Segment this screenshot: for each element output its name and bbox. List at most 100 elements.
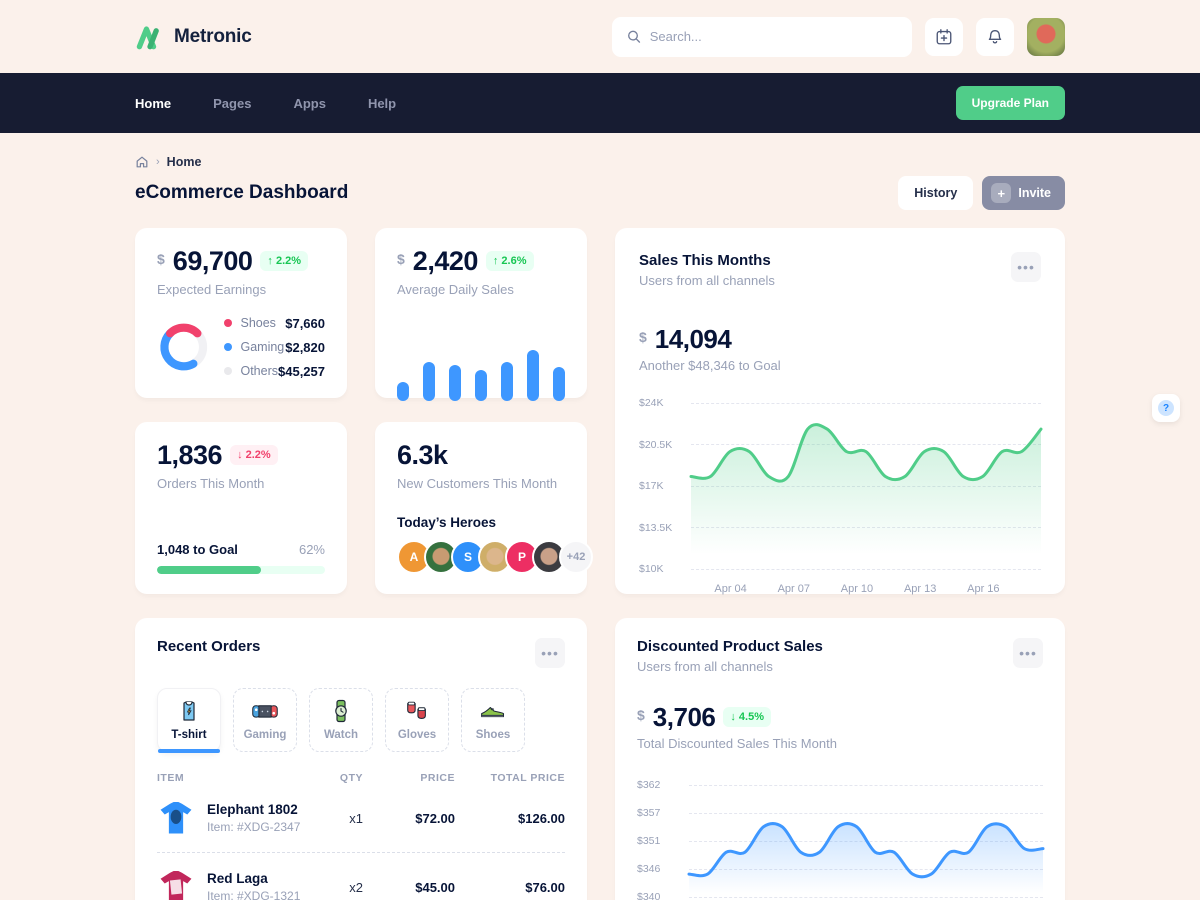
brand-logo[interactable]: Metronic: [135, 24, 252, 50]
sales-month-value: 14,094: [655, 326, 732, 352]
tab-label: Gaming: [244, 729, 287, 741]
tshirt-icon: [177, 699, 201, 723]
tab-shoes[interactable]: Shoes: [461, 688, 525, 752]
tab-label: T-shirt: [171, 729, 206, 741]
card-orders-this-month: 1,836 ↓ 2.2% Orders This Month 1,048 to …: [135, 422, 347, 594]
card-discounted-sales: Discounted Product Sales Users from all …: [615, 618, 1065, 900]
discounted-line-chart-area: $362 $357 $351 $346 $340: [637, 785, 1043, 897]
breadcrumb: › Home: [135, 155, 1065, 169]
search-box[interactable]: [612, 17, 912, 57]
top-header: Metronic: [0, 0, 1200, 73]
recent-orders-menu-button[interactable]: •••: [535, 638, 565, 668]
main-navbar: Home Pages Apps Help Upgrade Plan: [0, 73, 1200, 133]
x-tick: Apr 10: [841, 583, 873, 595]
earnings-legend: Shoes $7,660 Gaming $2,820 Others $45,25…: [224, 316, 325, 379]
x-tick: Apr 16: [967, 583, 999, 595]
nav-item-home[interactable]: Home: [135, 96, 171, 111]
price-cell: $45.00: [363, 880, 455, 895]
home-icon[interactable]: [135, 155, 149, 169]
daily-sales-bar-chart: [397, 323, 565, 401]
upgrade-plan-button[interactable]: Upgrade Plan: [956, 86, 1065, 120]
avg-daily-sales-delta-badge: ↑ 2.6%: [486, 251, 534, 271]
expected-earnings-label: Expected Earnings: [157, 282, 325, 297]
card-average-daily-sales: $ 2,420 ↑ 2.6% Average Daily Sales: [375, 228, 587, 398]
shoes-dot-icon: [224, 319, 232, 327]
x-tick: Apr 07: [778, 583, 810, 595]
orders-progress-bar: [157, 566, 325, 574]
metronic-logo-icon: [135, 24, 165, 50]
legend-label: Others: [240, 364, 278, 378]
qty-cell: x1: [311, 811, 363, 826]
nav-item-apps[interactable]: Apps: [293, 96, 326, 111]
bell-icon: [986, 28, 1004, 46]
breadcrumb-item-home[interactable]: Home: [167, 155, 202, 169]
y-tick: $17K: [639, 480, 691, 492]
discounted-card-title: Discounted Product Sales: [637, 638, 823, 655]
y-tick: $357: [637, 807, 689, 819]
user-avatar[interactable]: [1027, 18, 1065, 56]
tab-gloves[interactable]: Gloves: [385, 688, 449, 752]
sales-line-chart-area: $24K $20.5K $17K $13.5K $10K: [639, 403, 1041, 569]
product-name[interactable]: Elephant 1802: [207, 802, 300, 817]
brand-name: Metronic: [174, 26, 252, 48]
column-header-item: ITEM: [157, 772, 311, 784]
question-mark-icon: ?: [1158, 400, 1174, 416]
search-icon: [627, 29, 641, 44]
tab-tshirt[interactable]: T-shirt: [157, 688, 221, 752]
search-input[interactable]: [650, 29, 897, 44]
y-tick: $13.5K: [639, 522, 691, 534]
sales-x-axis: Apr 04 Apr 07 Apr 10 Apr 13 Apr 16: [691, 583, 1041, 595]
page-title: eCommerce Dashboard: [135, 182, 348, 204]
orders-progress-fill: [157, 566, 261, 574]
table-row[interactable]: Elephant 1802 Item: #XDG-2347 x1 $72.00 …: [157, 784, 565, 853]
calendar-add-button[interactable]: [925, 18, 963, 56]
product-thumbnail-tshirt: [157, 799, 195, 837]
notifications-button[interactable]: [976, 18, 1014, 56]
calendar-plus-icon: [935, 28, 953, 46]
sales-goal-note: Another $48,346 to Goal: [639, 358, 1041, 373]
sales-card-menu-button[interactable]: •••: [1011, 252, 1041, 282]
product-name[interactable]: Red Laga: [207, 871, 300, 886]
total-cell: $126.00: [455, 811, 565, 826]
legend-row-shoes: Shoes $7,660: [224, 316, 325, 331]
history-button[interactable]: History: [898, 176, 973, 210]
heroes-avatar-group: A S P +42: [397, 540, 565, 574]
tab-label: Shoes: [476, 729, 511, 741]
tab-gaming[interactable]: Gaming: [233, 688, 297, 752]
tab-label: Watch: [324, 729, 358, 741]
y-tick: $10K: [639, 563, 691, 575]
gaming-icon: [251, 699, 279, 723]
legend-value: $7,660: [285, 316, 325, 331]
invite-button-label: Invite: [1018, 186, 1051, 200]
table-row[interactable]: Red Laga Item: #XDG-1321 x2 $45.00 $76.0…: [157, 853, 565, 900]
help-button[interactable]: ?: [1152, 394, 1180, 422]
currency-symbol: $: [397, 251, 405, 267]
sales-line-chart: [691, 403, 1041, 569]
column-header-price: PRICE: [363, 772, 455, 784]
orders-table: ITEM QTY PRICE TOTAL PRICE Elephan: [157, 772, 565, 900]
tab-watch[interactable]: Watch: [309, 688, 373, 752]
sales-card-title: Sales This Months: [639, 252, 775, 269]
x-tick: Apr 04: [714, 583, 746, 595]
new-customers-label: New Customers This Month: [397, 476, 565, 491]
orders-goal-label: 1,048 to Goal: [157, 542, 238, 557]
gloves-icon: [404, 699, 430, 723]
legend-value: $45,257: [278, 364, 325, 379]
column-header-qty: QTY: [311, 772, 363, 784]
orders-delta-badge: ↓ 2.2%: [230, 445, 278, 465]
avatar-more-count[interactable]: +42: [559, 540, 593, 574]
discounted-label: Total Discounted Sales This Month: [637, 736, 1043, 751]
sales-card-subtitle: Users from all channels: [639, 273, 775, 288]
card-recent-orders: Recent Orders ••• T-shirt: [135, 618, 587, 900]
y-tick: $362: [637, 779, 689, 791]
nav-item-pages[interactable]: Pages: [213, 96, 251, 111]
nav-item-help[interactable]: Help: [368, 96, 396, 111]
currency-symbol: $: [637, 707, 645, 723]
y-tick: $351: [637, 835, 689, 847]
expected-earnings-delta-badge: ↑ 2.2%: [260, 251, 308, 271]
avg-daily-sales-value: 2,420: [413, 248, 478, 275]
discounted-line-chart: [689, 785, 1043, 897]
card-expected-earnings: $ 69,700 ↑ 2.2% Expected Earnings Shoes …: [135, 228, 347, 398]
discounted-card-menu-button[interactable]: •••: [1013, 638, 1043, 668]
invite-button[interactable]: + Invite: [982, 176, 1065, 210]
